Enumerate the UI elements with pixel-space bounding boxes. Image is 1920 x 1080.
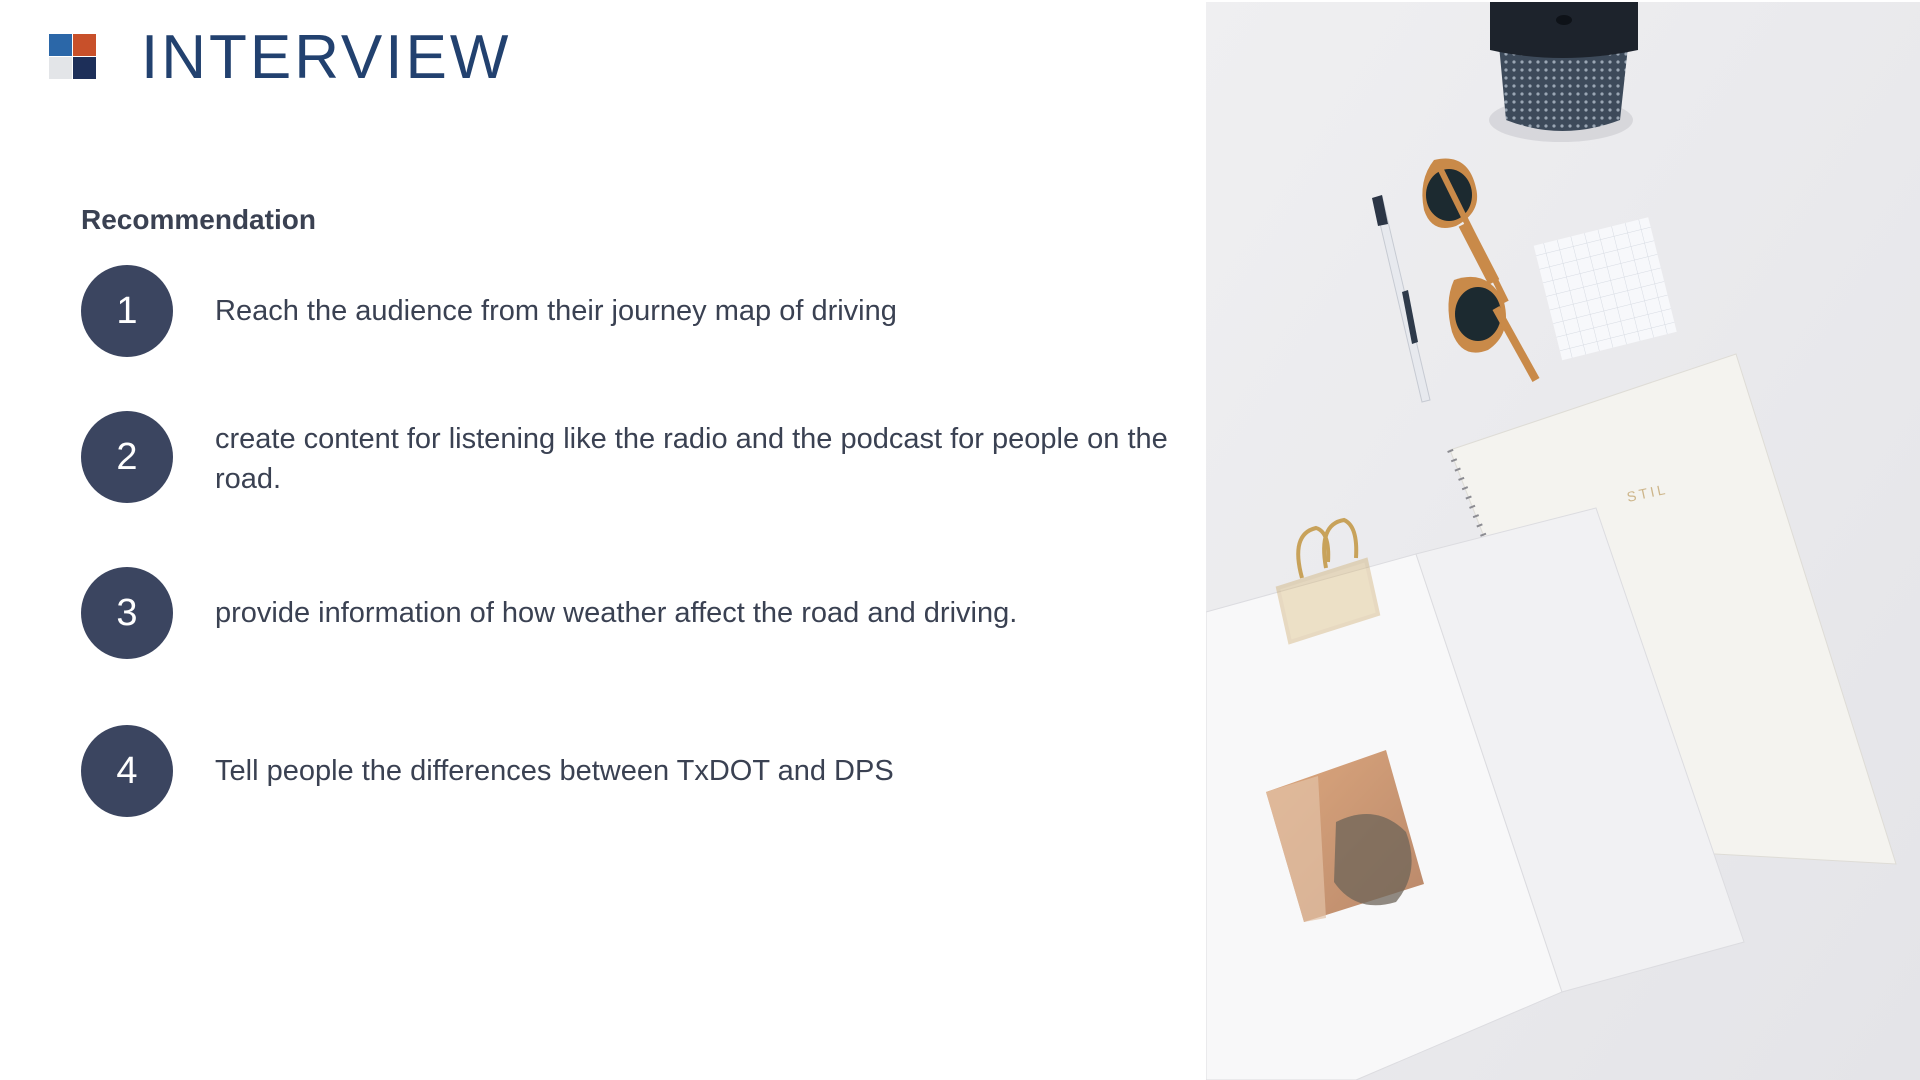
recommendation-text: provide information of how weather affec… — [215, 597, 1018, 629]
desk-flatlay-photo: STIL — [1206, 2, 1920, 1080]
recommendation-text: Tell people the differences between TxDO… — [215, 755, 894, 787]
slide: INTERVIEW Recommendation 1 Reach the aud… — [0, 0, 1920, 1080]
recommendation-text: Reach the audience from their journey ma… — [215, 295, 897, 327]
page-title: INTERVIEW — [141, 23, 512, 92]
coffee-cup — [1489, 2, 1638, 142]
recommendation-text: create content for listening like the ra… — [215, 423, 1168, 495]
number-badge: 1 — [81, 265, 173, 357]
number-badge: 4 — [81, 725, 173, 817]
section-heading: Recommendation — [81, 204, 316, 235]
number-badge: 2 — [81, 411, 173, 503]
logo-icon — [49, 34, 96, 79]
number-badge: 3 — [81, 567, 173, 659]
